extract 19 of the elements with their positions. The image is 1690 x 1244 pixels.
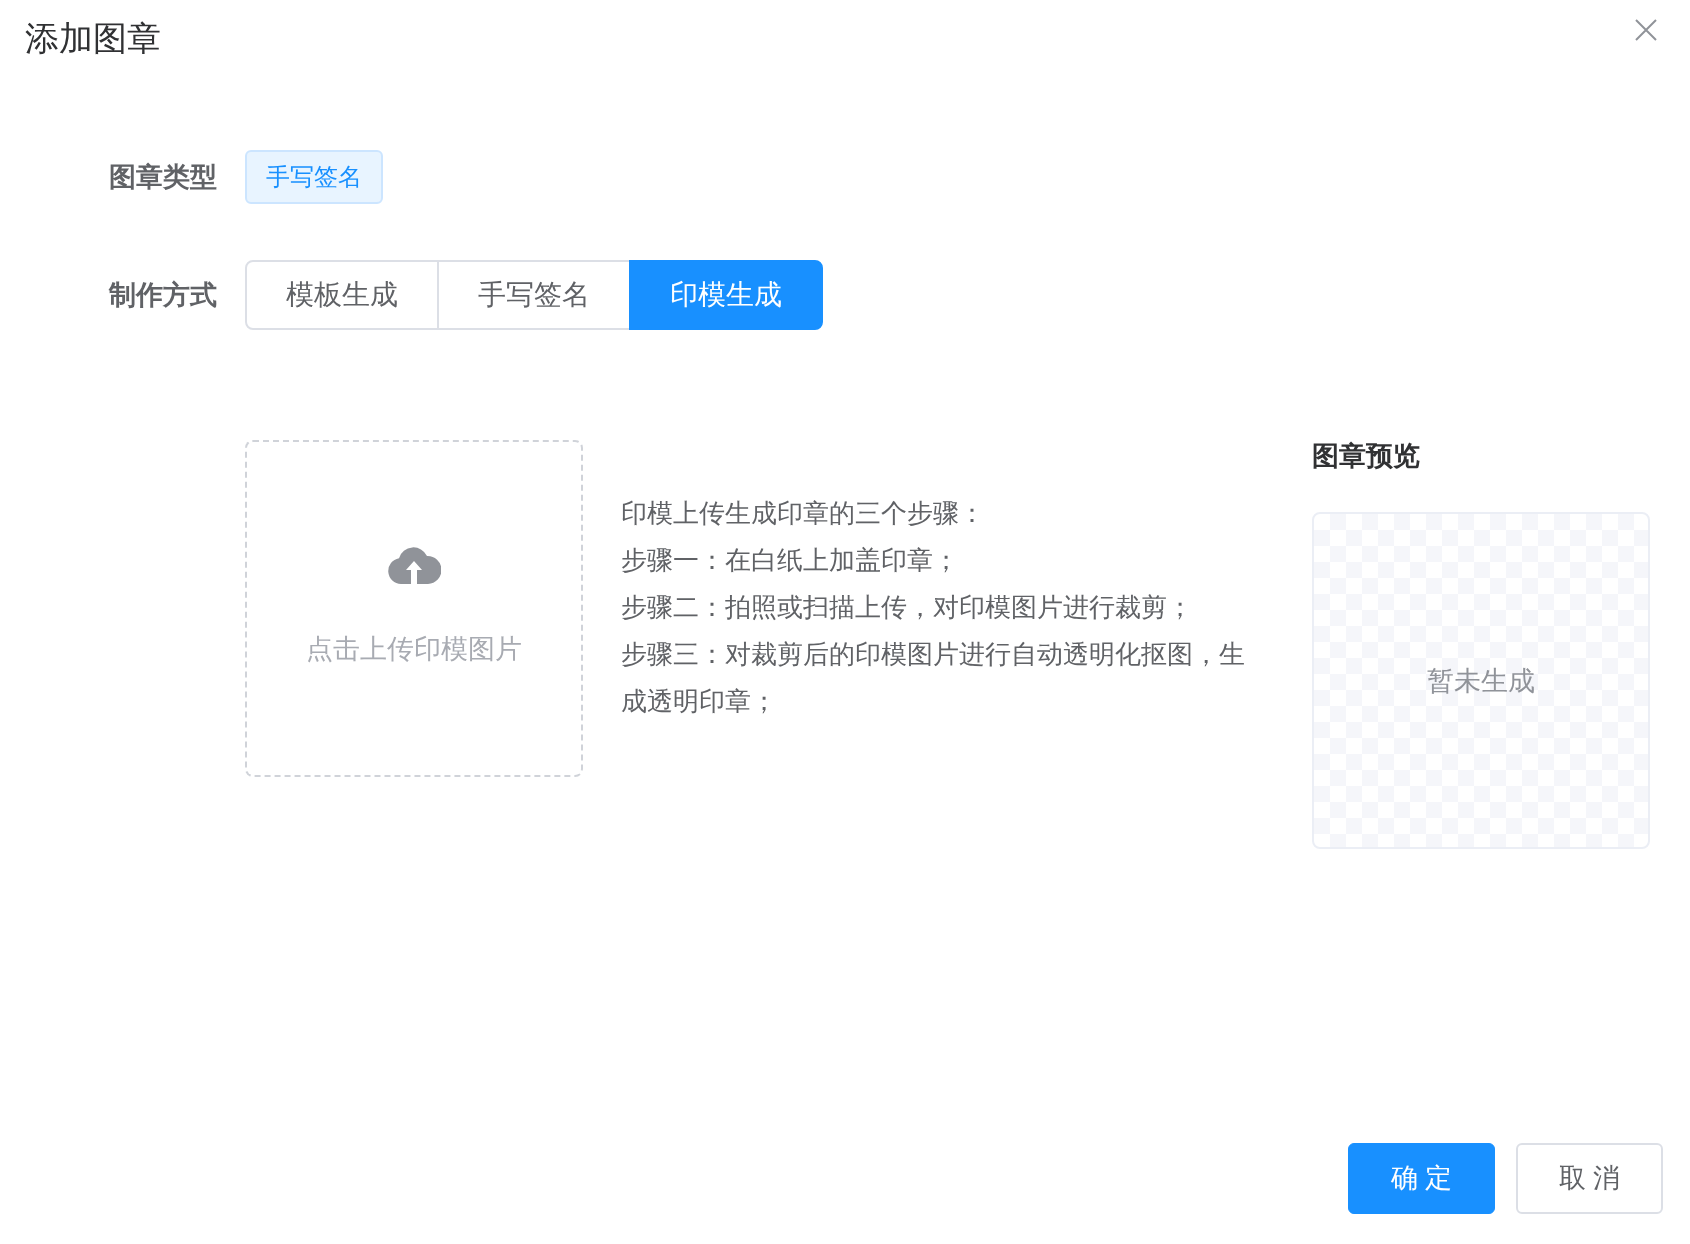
preview-empty-text: 暂未生成 (1427, 664, 1535, 697)
cancel-button[interactable]: 取 消 (1516, 1143, 1663, 1214)
field-label: 图章类型 (109, 160, 218, 194)
instruction-text: 步骤二：拍照或扫描上传，对印模图片进行裁剪； (621, 591, 1194, 624)
field-label: 制作方式 (109, 278, 218, 312)
stamp-type-tag: 手写签名 (245, 150, 383, 204)
confirm-button[interactable]: 确 定 (1348, 1143, 1495, 1214)
upload-hint: 点击上传印模图片 (306, 633, 522, 665)
preview-title: 图章预览 (1312, 440, 1420, 472)
instruction-text: 步骤一：在白纸上加盖印章； (621, 544, 960, 577)
instruction-text: 步骤三：对裁剪后的印模图片进行自动透明化抠图，生成透明印章； (621, 638, 1246, 718)
method-option[interactable]: 手写签名 (437, 260, 631, 330)
close-button[interactable] (1634, 18, 1658, 42)
cloud-upload-icon (387, 544, 441, 584)
method-option[interactable]: 模板生成 (245, 260, 439, 330)
dialog-title: 添加图章 (25, 18, 161, 58)
close-icon (1635, 19, 1657, 41)
instruction-text: 印模上传生成印章的三个步骤： (621, 497, 986, 530)
method-option[interactable]: 印模生成 (629, 260, 823, 330)
